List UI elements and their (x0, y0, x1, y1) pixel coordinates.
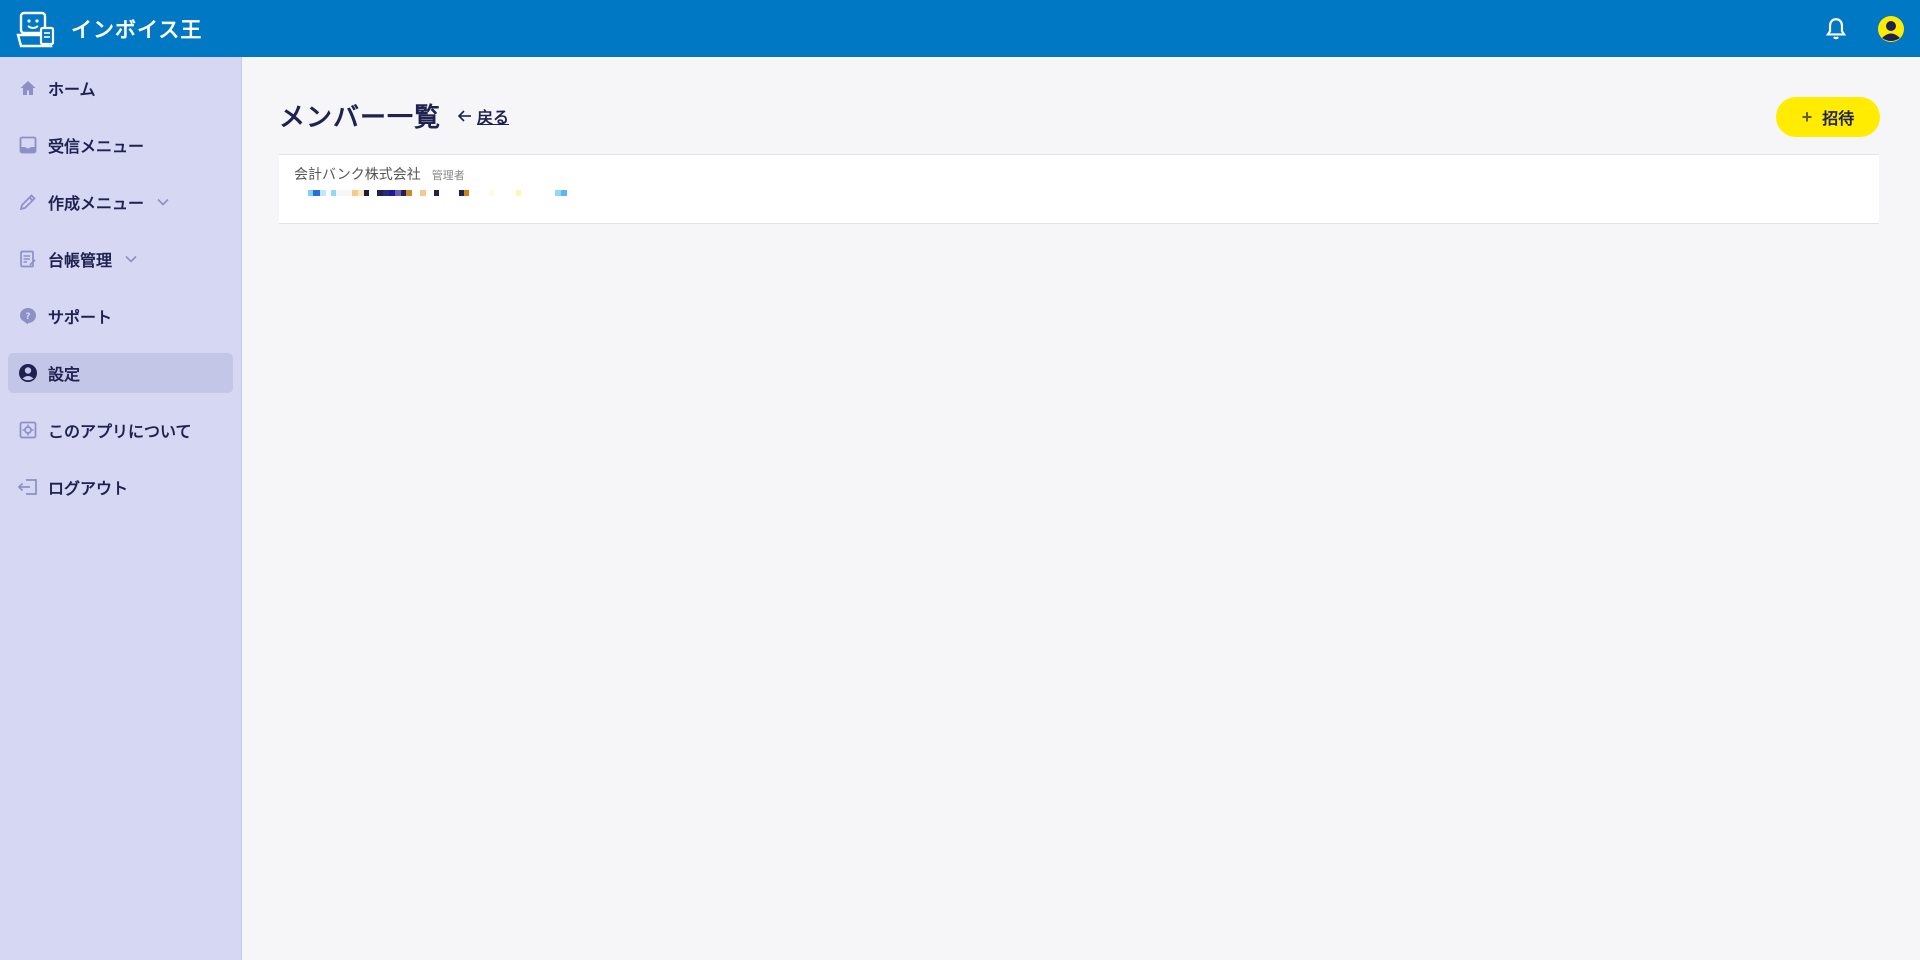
chevron-down-icon[interactable] (124, 252, 138, 266)
plus-icon: + (1801, 106, 1813, 127)
back-label: 戻る (477, 107, 510, 127)
member-company: 会計バンク株式会社 (294, 167, 421, 183)
inbox-icon (18, 135, 38, 155)
app-logo[interactable]: インボイス王 (15, 0, 202, 57)
sidebar-item-label: ログアウト (48, 479, 129, 498)
logo-icon (16, 11, 55, 47)
sidebar-item-label: サポート (48, 308, 113, 327)
sidebar-item-home[interactable]: ホーム (8, 68, 233, 108)
bell-icon[interactable] (1823, 16, 1849, 42)
sidebar-item-support[interactable]: ? サポート (8, 296, 233, 336)
member-list: 会計バンク株式会社 管理者 (279, 154, 1879, 224)
member-row[interactable]: 会計バンク株式会社 管理者 (279, 155, 1879, 209)
sidebar-item-inbox[interactable]: 受信メニュー (8, 125, 233, 165)
main-content: メンバー一覧 戻る + 招待 会計バンク株式会社 管理者 (243, 57, 1920, 960)
sidebar-item-label: 設定 (48, 365, 81, 384)
member-name-redacted (294, 186, 1864, 200)
app-name: インボイス王 (71, 17, 203, 42)
chevron-down-icon[interactable] (156, 195, 170, 209)
sidebar-item-settings[interactable]: 設定 (8, 353, 233, 393)
logout-icon (18, 477, 38, 497)
account-circle-icon (18, 363, 38, 383)
back-link[interactable]: 戻る (457, 104, 509, 128)
app-header: インボイス王 (0, 0, 1920, 57)
sidebar-item-label: 台帳管理 (48, 251, 113, 270)
svg-text:?: ? (25, 312, 30, 322)
sidebar-item-about[interactable]: このアプリについて (8, 410, 233, 450)
page-title: メンバー一覧 (279, 103, 442, 133)
home-icon (18, 78, 38, 98)
pencil-icon (18, 192, 38, 212)
sidebar-item-label: ホーム (48, 80, 96, 99)
member-role-badge: 管理者 (431, 169, 465, 182)
invite-button[interactable]: + 招待 (1776, 97, 1880, 137)
sidebar-item-label: このアプリについて (48, 422, 192, 441)
page-header: メンバー一覧 戻る (279, 97, 509, 134)
sidebar-item-logout[interactable]: ログアウト (8, 467, 233, 507)
sidebar-item-label: 受信メニュー (48, 137, 145, 156)
ledger-icon (18, 249, 38, 269)
sidebar-item-create[interactable]: 作成メニュー (8, 182, 233, 222)
help-icon: ? (18, 306, 38, 326)
invite-label: 招待 (1822, 111, 1855, 128)
sidebar-item-label: 作成メニュー (48, 194, 145, 213)
app-info-icon (18, 420, 38, 440)
sidebar: ホーム 受信メニュー 作成メニュー 台帳管理 ? サポート 設定 このアプリにつ… (0, 57, 242, 960)
sidebar-item-ledger[interactable]: 台帳管理 (8, 239, 233, 279)
arrow-left-icon (457, 109, 472, 122)
user-avatar-icon[interactable] (1877, 15, 1905, 43)
